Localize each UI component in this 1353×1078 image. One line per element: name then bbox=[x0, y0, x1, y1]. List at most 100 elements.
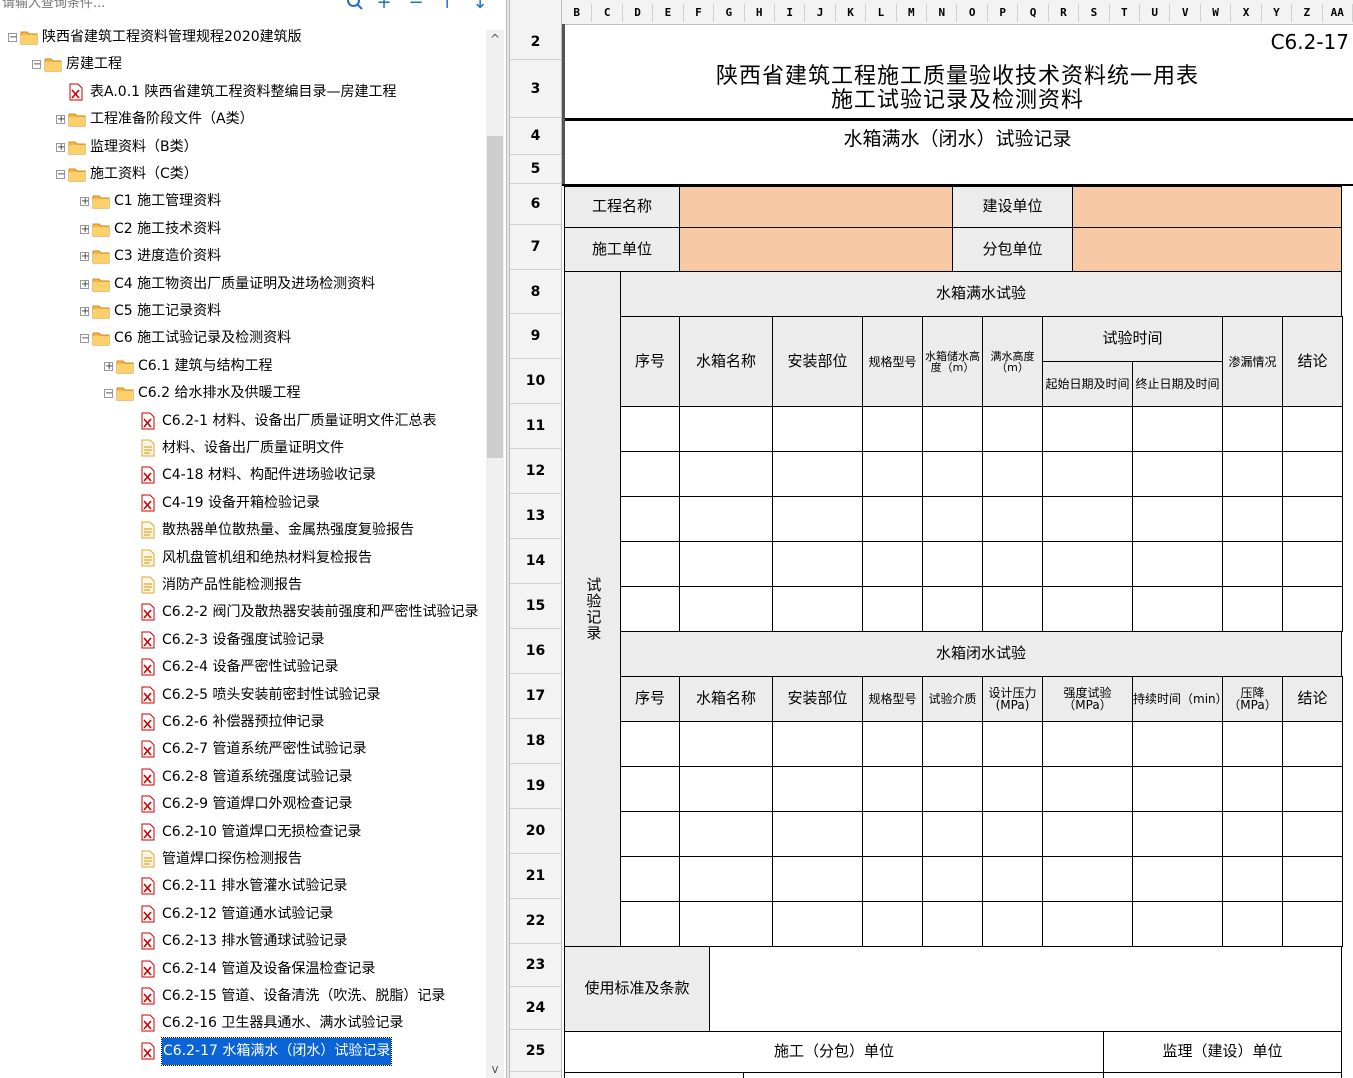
data-cell[interactable] bbox=[1132, 856, 1223, 902]
data-cell[interactable] bbox=[772, 901, 863, 947]
expand-icon[interactable]: + bbox=[104, 361, 113, 371]
tree-item[interactable]: + C3 进度造价资料 bbox=[0, 243, 486, 270]
data-cell[interactable] bbox=[1132, 406, 1223, 452]
data-cell[interactable] bbox=[1042, 451, 1133, 497]
expand-icon[interactable]: + bbox=[80, 307, 89, 317]
data-cell[interactable] bbox=[1222, 766, 1283, 812]
data-cell[interactable] bbox=[982, 406, 1043, 452]
data-cell[interactable] bbox=[862, 451, 923, 497]
row-header[interactable]: 3 bbox=[510, 60, 561, 118]
column-header[interactable]: N bbox=[927, 4, 958, 22]
data-cell[interactable] bbox=[982, 766, 1043, 812]
move-up-button[interactable]: ↑ bbox=[436, 0, 458, 13]
column-header[interactable]: T bbox=[1110, 4, 1141, 22]
data-cell[interactable] bbox=[679, 541, 773, 587]
construction-unit-field[interactable] bbox=[1072, 186, 1342, 228]
data-cell[interactable] bbox=[620, 406, 680, 452]
signature-cell[interactable] bbox=[1103, 1072, 1342, 1078]
remove-node-button[interactable]: − bbox=[405, 0, 427, 13]
data-cell[interactable] bbox=[620, 496, 680, 542]
data-cell[interactable] bbox=[982, 541, 1043, 587]
tree-item[interactable]: − 陕西省建筑工程资料管理规程2020建筑版 bbox=[0, 24, 486, 51]
tree-item[interactable]: 散热器单位散热量、金属热强度复验报告 bbox=[0, 517, 486, 544]
data-cell[interactable] bbox=[679, 856, 773, 902]
data-cell[interactable] bbox=[1042, 541, 1133, 587]
row-header[interactable]: 17 bbox=[510, 674, 561, 719]
row-header[interactable]: 25 bbox=[510, 1030, 561, 1072]
column-header[interactable]: U bbox=[1140, 4, 1171, 22]
tree-item[interactable]: C6.2-17 水箱满水（闭水）试验记录 bbox=[0, 1036, 486, 1066]
data-cell[interactable] bbox=[1042, 811, 1133, 857]
subcontractor-field[interactable] bbox=[1072, 227, 1342, 272]
row-header[interactable]: 24 bbox=[510, 987, 561, 1030]
tree-item[interactable]: C6.2-1 材料、设备出厂质量证明文件汇总表 bbox=[0, 408, 486, 435]
tree-item[interactable]: + C5 施工记录资料 bbox=[0, 298, 486, 325]
tree-item[interactable]: 风机盘管机组和绝热材料复检报告 bbox=[0, 545, 486, 572]
data-cell[interactable] bbox=[772, 586, 863, 632]
data-cell[interactable] bbox=[1282, 496, 1343, 542]
data-cell[interactable] bbox=[772, 811, 863, 857]
data-cell[interactable] bbox=[1282, 451, 1343, 497]
tree-item[interactable]: + 工程准备阶段文件（A类） bbox=[0, 106, 486, 133]
tree-item[interactable]: C6.2-5 喷头安装前密封性试验记录 bbox=[0, 682, 486, 709]
column-header[interactable]: L bbox=[866, 4, 897, 22]
scroll-down-arrow-icon[interactable]: v bbox=[486, 1060, 504, 1078]
row-header[interactable]: 7 bbox=[510, 225, 561, 270]
data-cell[interactable] bbox=[1282, 766, 1343, 812]
column-header[interactable]: Z bbox=[1292, 4, 1323, 22]
data-cell[interactable] bbox=[1222, 586, 1283, 632]
data-cell[interactable] bbox=[1042, 766, 1133, 812]
collapse-icon[interactable]: − bbox=[56, 170, 65, 180]
data-cell[interactable] bbox=[1042, 406, 1133, 452]
data-cell[interactable] bbox=[1132, 766, 1223, 812]
collapse-icon[interactable]: − bbox=[32, 60, 41, 70]
data-cell[interactable] bbox=[1042, 496, 1133, 542]
data-cell[interactable] bbox=[1222, 451, 1283, 497]
row-header[interactable]: 13 bbox=[510, 494, 561, 539]
tree-item[interactable]: C4-19 设备开箱检验记录 bbox=[0, 490, 486, 517]
data-cell[interactable] bbox=[1282, 901, 1343, 947]
data-cell[interactable] bbox=[982, 496, 1043, 542]
column-header[interactable]: I bbox=[775, 4, 806, 22]
data-cell[interactable] bbox=[679, 586, 773, 632]
data-cell[interactable] bbox=[862, 406, 923, 452]
scroll-up-arrow-icon[interactable]: ^ bbox=[486, 30, 504, 48]
row-header[interactable]: 14 bbox=[510, 539, 561, 584]
tree-item[interactable]: 表A.0.1 陕西省建筑工程资料整编目录—房建工程 bbox=[0, 79, 486, 106]
tree-item[interactable]: C6.2-10 管道焊口无损检查记录 bbox=[0, 819, 486, 846]
select-all-corner[interactable] bbox=[510, 0, 562, 24]
data-cell[interactable] bbox=[1222, 811, 1283, 857]
row-header[interactable]: 20 bbox=[510, 809, 561, 854]
data-cell[interactable] bbox=[1132, 721, 1223, 767]
column-header[interactable]: P bbox=[988, 4, 1019, 22]
tree-scrollbar[interactable]: ^ v bbox=[486, 30, 504, 1078]
standard-field[interactable] bbox=[709, 946, 1342, 1032]
data-cell[interactable] bbox=[620, 451, 680, 497]
row-header[interactable]: 8 bbox=[510, 270, 561, 314]
tree-item[interactable]: − 房建工程 bbox=[0, 51, 486, 78]
expand-icon[interactable]: + bbox=[80, 224, 89, 234]
row-header[interactable]: 23 bbox=[510, 944, 561, 987]
scrollbar-thumb[interactable] bbox=[487, 136, 503, 458]
column-header[interactable]: O bbox=[958, 4, 988, 22]
data-cell[interactable] bbox=[772, 406, 863, 452]
data-cell[interactable] bbox=[922, 766, 983, 812]
data-cell[interactable] bbox=[922, 856, 983, 902]
tree-item[interactable]: C6.2-16 卫生器具通水、满水试验记录 bbox=[0, 1010, 486, 1037]
data-cell[interactable] bbox=[772, 541, 863, 587]
tree-item[interactable]: − C6.2 给水排水及供暖工程 bbox=[0, 380, 486, 407]
data-cell[interactable] bbox=[620, 721, 680, 767]
data-cell[interactable] bbox=[620, 901, 680, 947]
tree-item[interactable]: C6.2-12 管道通水试验记录 bbox=[0, 901, 486, 928]
data-cell[interactable] bbox=[1282, 586, 1343, 632]
data-cell[interactable] bbox=[620, 766, 680, 812]
signature-cell[interactable] bbox=[564, 1072, 744, 1078]
row-header[interactable]: 4 bbox=[510, 118, 561, 155]
data-cell[interactable] bbox=[679, 811, 773, 857]
expand-icon[interactable]: + bbox=[80, 279, 89, 289]
tree-item[interactable]: C6.2-13 排水管通球试验记录 bbox=[0, 928, 486, 955]
data-cell[interactable] bbox=[1132, 811, 1223, 857]
data-cell[interactable] bbox=[922, 406, 983, 452]
data-cell[interactable] bbox=[772, 496, 863, 542]
data-cell[interactable] bbox=[1042, 901, 1133, 947]
